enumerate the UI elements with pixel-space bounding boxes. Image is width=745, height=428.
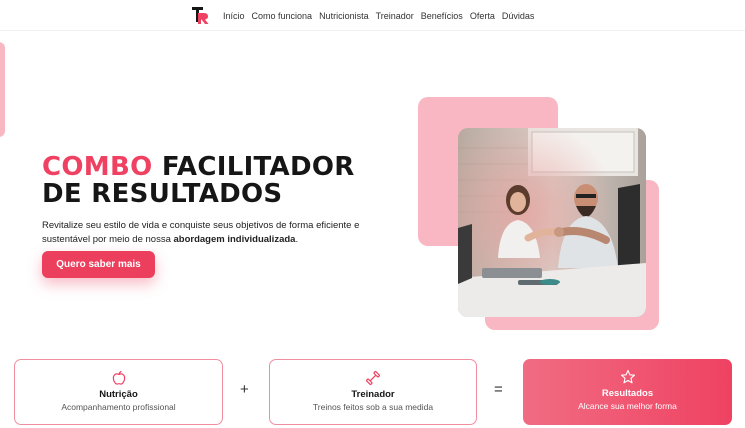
hero-title: COMBO FACILITADOR DE RESULTADOS <box>42 154 355 208</box>
nav-links: Início Como funciona Nutricionista Trein… <box>223 11 534 21</box>
hero-photo-illustration <box>458 128 646 317</box>
step-subtitle: Alcance sua melhor forma <box>578 401 677 411</box>
hero-title-line2: DE RESULTADOS <box>42 179 283 209</box>
nav-link-duvidas[interactable]: Dúvidas <box>502 11 535 21</box>
nav-link-oferta[interactable]: Oferta <box>470 11 495 21</box>
hero-title-line1: FACILITADOR <box>161 152 355 182</box>
hero-photo <box>458 128 646 317</box>
cta-button[interactable]: Quero saber mais <box>42 251 155 278</box>
nav-link-como-funciona[interactable]: Como funciona <box>252 11 313 21</box>
dumbbell-icon <box>366 371 380 385</box>
left-edge-decoration <box>0 42 5 137</box>
star-icon <box>620 369 635 384</box>
equals-operator: = <box>494 381 503 398</box>
step-card-resultados: Resultados Alcance sua melhor forma <box>523 359 732 425</box>
step-title: Treinador <box>351 389 395 400</box>
hero-title-accent: COMBO <box>42 152 153 182</box>
apple-icon <box>112 370 125 385</box>
nav-link-inicio[interactable]: Início <box>223 11 245 21</box>
step-title: Resultados <box>601 388 654 399</box>
step-card-treinador: Treinador Treinos feitos sob a sua medid… <box>269 359 477 425</box>
step-subtitle: Acompanhamento profissional <box>61 402 176 412</box>
nav-link-treinador[interactable]: Treinador <box>376 11 414 21</box>
landing-page: Início Como funciona Nutricionista Trein… <box>0 0 745 428</box>
nav-link-beneficios[interactable]: Benefícios <box>421 11 463 21</box>
top-nav: Início Como funciona Nutricionista Trein… <box>0 0 745 31</box>
hero-description-bold: abordagem individualizada <box>173 234 296 245</box>
step-title: Nutrição <box>99 389 138 400</box>
step-card-nutricao: Nutrição Acompanhamento profissional <box>14 359 223 425</box>
hero-description-end: . <box>295 234 299 245</box>
hero-description: Revitalize seu estilo de vida e conquist… <box>42 219 382 247</box>
step-subtitle: Treinos feitos sob a sua medida <box>312 402 434 412</box>
nav-link-nutricionista[interactable]: Nutricionista <box>319 11 369 21</box>
brand-logo[interactable] <box>190 5 210 25</box>
plus-operator: + <box>240 381 249 398</box>
